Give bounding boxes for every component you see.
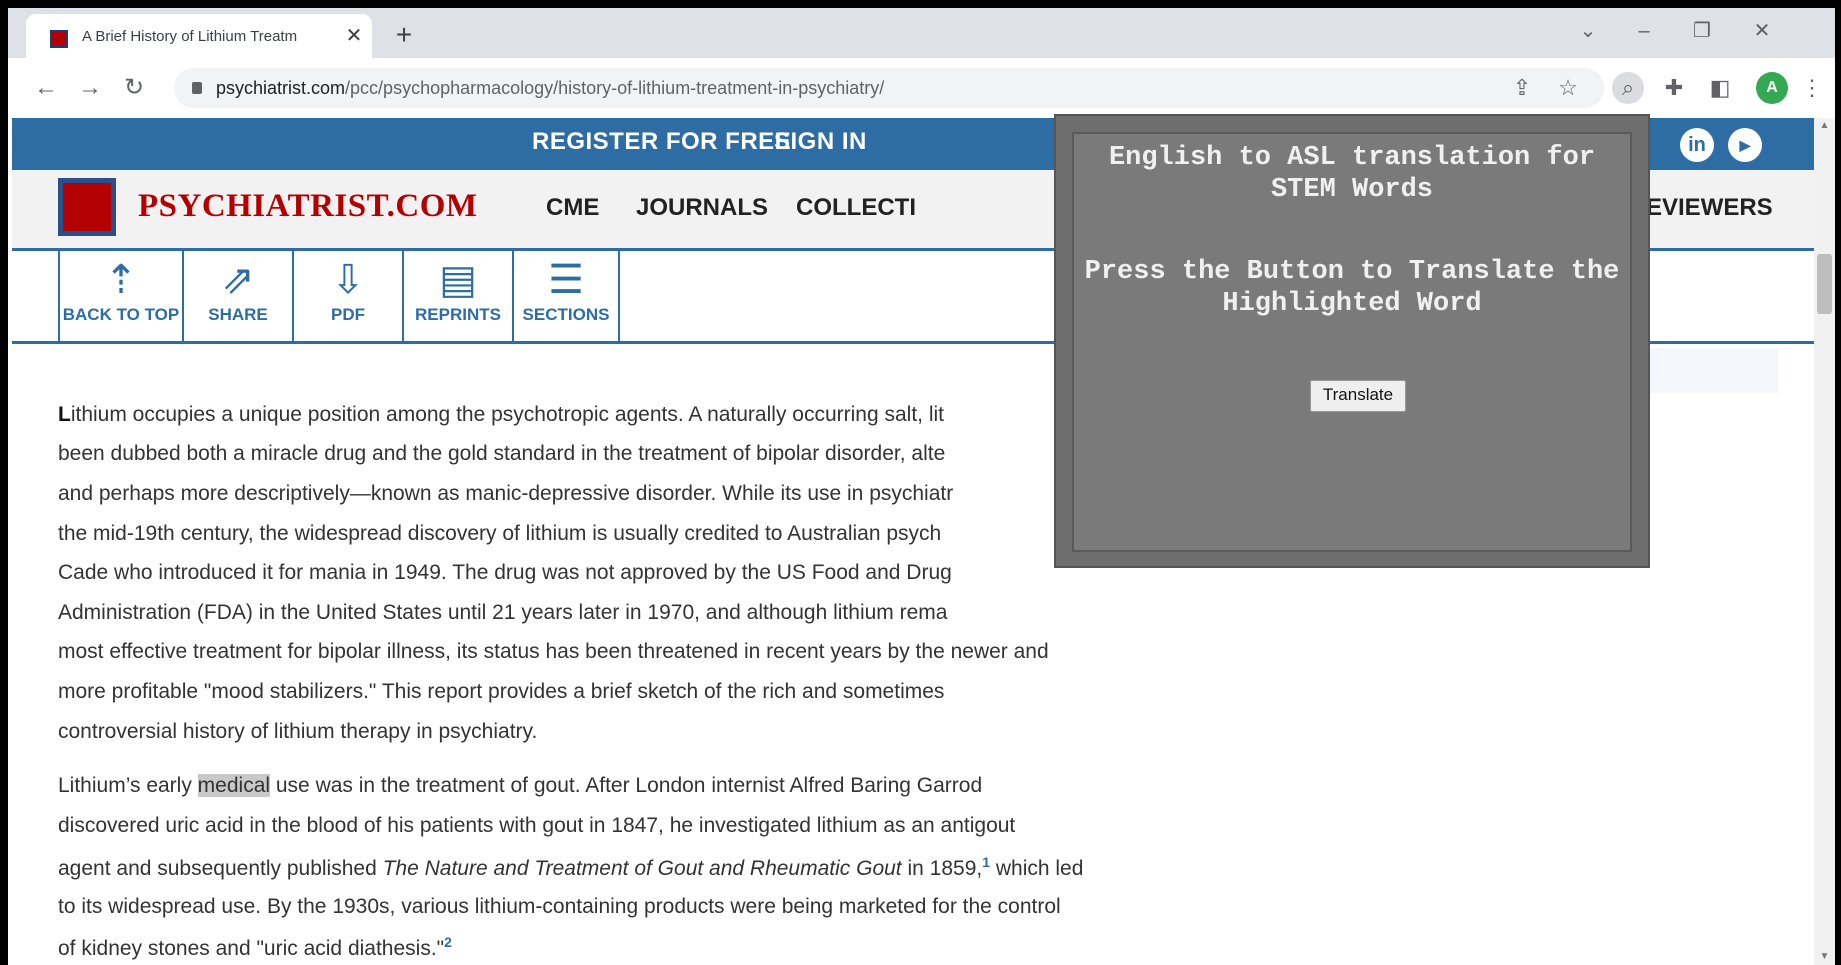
paragraph-2-line: agent and subsequently published The Nat… — [58, 854, 1084, 880]
share-button[interactable]: ⇗ SHARE — [182, 251, 292, 341]
paragraph-2-line: discovered uric acid in the blood of his… — [58, 814, 1016, 837]
asl-translation-popup: English to ASL translation for STEM Word… — [1054, 114, 1650, 568]
scroll-up-icon[interactable]: ▲ — [1814, 118, 1835, 134]
tab-search-chevron-icon[interactable]: ⌄ — [1568, 16, 1608, 46]
extensions-puzzle-icon[interactable]: ✚ — [1658, 72, 1690, 104]
popup-panel: English to ASL translation for STEM Word… — [1072, 132, 1632, 552]
signin-link[interactable]: SIGN IN — [774, 128, 867, 156]
tab-title: A Brief History of Lithium Treatm — [82, 28, 298, 45]
footnote-1-link[interactable]: 1 — [982, 854, 990, 870]
paragraph-2-line: Lithium’s early medical use was in the t… — [58, 774, 983, 797]
linkedin-icon[interactable]: in — [1680, 128, 1714, 162]
scroll-thumb[interactable] — [1817, 254, 1832, 314]
nav-collections[interactable]: COLLECTI — [796, 194, 916, 222]
address-bar[interactable]: psychiatrist.com/pcc/psychopharmacology/… — [174, 68, 1604, 108]
arrow-up-icon: ⇡ — [104, 258, 138, 302]
pdf-download-icon: ⇩ — [331, 258, 365, 302]
popup-instructions: Press the Button to Translate the Highli… — [1084, 257, 1620, 319]
sections-button[interactable]: ☰ SECTIONS — [512, 251, 620, 341]
nav-reviewers[interactable]: EVIEWERS — [1646, 194, 1773, 222]
paragraph-1-line: been dubbed both a miracle drug and the … — [58, 442, 946, 465]
new-tab-icon[interactable]: + — [388, 20, 420, 52]
share-icon: ⇗ — [221, 258, 255, 302]
reprints-icon: ▤ — [439, 258, 477, 302]
close-window-icon[interactable]: ✕ — [1742, 16, 1782, 46]
paragraph-1-line: controversial history of lithium therapy… — [58, 720, 538, 743]
restore-icon[interactable]: ❐ — [1682, 16, 1722, 46]
side-panel-icon[interactable]: ◧ — [1704, 72, 1736, 104]
back-to-top-button[interactable]: ⇡ BACK TO TOP — [58, 251, 182, 341]
sections-icon: ☰ — [548, 258, 584, 302]
close-tab-icon[interactable]: ✕ — [342, 24, 366, 48]
browser-toolbar: ← → ↻ psychiatrist.com/pcc/psychopharmac… — [8, 58, 1835, 118]
share-page-icon[interactable]: ⇪ — [1506, 72, 1538, 104]
page-scrollbar[interactable]: ▲ ▼ — [1814, 118, 1835, 965]
paragraph-2-line: of kidney stones and "uric acid diathesi… — [58, 934, 452, 960]
url-text: psychiatrist.com/pcc/psychopharmacology/… — [216, 78, 885, 98]
paragraph-1-line: more profitable "mood stabilizers." This… — [58, 680, 945, 703]
tab-strip: A Brief History of Lithium Treatm ✕ + ⌄ … — [8, 8, 1835, 58]
reprints-button[interactable]: ▤ REPRINTS — [402, 251, 512, 341]
site-logo-icon[interactable] — [58, 178, 116, 236]
paragraph-2-line: to its widespread use. By the 1930s, var… — [58, 895, 1061, 918]
popup-title: English to ASL translation for STEM Word… — [1108, 143, 1596, 205]
paragraph-1-line: Cade who introduced it for mania in 1949… — [58, 561, 952, 584]
browser-window: A Brief History of Lithium Treatm ✕ + ⌄ … — [8, 8, 1835, 965]
highlighted-word[interactable]: medical — [197, 774, 271, 797]
nav-journals[interactable]: JOURNALS — [636, 194, 768, 222]
bookmark-star-icon[interactable]: ☆ — [1552, 72, 1584, 104]
profile-avatar[interactable]: A — [1756, 72, 1788, 104]
lock-icon — [192, 82, 202, 94]
browser-tab[interactable]: A Brief History of Lithium Treatm ✕ — [26, 14, 372, 58]
minimize-icon[interactable]: – — [1624, 16, 1664, 46]
reload-icon[interactable]: ↻ — [118, 72, 150, 104]
paragraph-1-line: and perhaps more descriptively—known as … — [58, 482, 954, 505]
pdf-button[interactable]: ⇩ PDF — [292, 251, 402, 341]
paragraph-1-line: Lithium occupies a unique position among… — [58, 403, 944, 426]
asl-extension-icon[interactable]: ⌕ — [1612, 72, 1644, 104]
back-arrow-icon[interactable]: ← — [30, 72, 62, 104]
register-link[interactable]: REGISTER FOR FREE — [532, 128, 791, 156]
forward-arrow-icon[interactable]: → — [74, 72, 106, 104]
site-logo-text[interactable]: PSYCHIATRIST.COM — [138, 188, 478, 225]
paragraph-1-line: most effective treatment for bipolar ill… — [58, 640, 1049, 663]
paragraph-1-line: the mid-19th century, the widespread dis… — [58, 522, 942, 545]
scroll-down-icon[interactable]: ▼ — [1814, 949, 1835, 965]
paragraph-1-line: Administration (FDA) in the United State… — [58, 601, 948, 624]
footnote-2-link[interactable]: 2 — [444, 934, 452, 950]
menu-kebab-icon[interactable]: ⋮ — [1796, 72, 1828, 104]
translate-button[interactable]: Translate — [1310, 380, 1406, 412]
youtube-icon[interactable]: ▶ — [1728, 128, 1762, 162]
site-favicon-icon — [50, 30, 68, 48]
nav-cme[interactable]: CME — [546, 194, 599, 222]
